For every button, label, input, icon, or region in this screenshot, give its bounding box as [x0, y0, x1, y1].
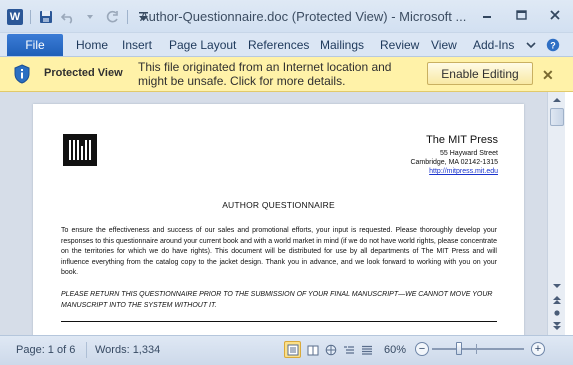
ribbon-tabs: File Home Insert Page Layout References …	[0, 33, 573, 57]
tab-add-ins[interactable]: Add-Ins	[473, 38, 514, 52]
publisher-name: The MIT Press	[426, 134, 498, 146]
tab-home[interactable]: Home	[76, 38, 108, 52]
message-bar-text[interactable]: This file originated from an Internet lo…	[138, 60, 410, 88]
window-title: Author-Questionnaire.doc (Protected View…	[140, 9, 467, 24]
close-message-bar-icon[interactable]: ✕	[542, 67, 554, 84]
word-count[interactable]: Words: 1,334	[95, 344, 160, 356]
zoom-slider-track[interactable]	[432, 348, 524, 350]
save-icon[interactable]	[37, 8, 55, 26]
tab-mailings[interactable]: Mailings	[320, 38, 364, 52]
next-page-icon[interactable]	[550, 320, 564, 332]
window-controls	[477, 6, 565, 24]
tab-references[interactable]: References	[248, 38, 309, 52]
document-area[interactable]: The MIT Press 55 Hayward Street Cambridg…	[0, 92, 547, 335]
address-line-2: Cambridge, MA 02142-1315	[410, 159, 498, 166]
title-bar: W Author-Questionnaire.doc (Protected Vi…	[0, 0, 573, 33]
zoom-out-button[interactable]: −	[415, 342, 429, 356]
document-page[interactable]: The MIT Press 55 Hayward Street Cambridg…	[33, 104, 524, 335]
toolbar-divider	[30, 10, 31, 24]
quick-access-toolbar: W	[6, 7, 152, 27]
zoom-in-button[interactable]: +	[531, 342, 545, 356]
toolbar-divider	[127, 10, 128, 24]
undo-dropdown-icon[interactable]	[81, 8, 99, 26]
minimize-ribbon-icon[interactable]	[524, 37, 538, 53]
vertical-scrollbar[interactable]	[547, 92, 565, 335]
scroll-up-icon[interactable]	[550, 93, 564, 107]
tab-file[interactable]: File	[7, 34, 63, 56]
svg-text:?: ?	[550, 41, 556, 51]
redo-icon[interactable]	[103, 8, 121, 26]
minimize-icon[interactable]	[477, 6, 497, 24]
zoom-slider-midpoint	[476, 344, 477, 354]
document-notice: PLEASE RETURN THIS QUESTIONNAIRE PRIOR T…	[61, 291, 493, 309]
page-count[interactable]: Page: 1 of 6	[16, 344, 75, 356]
web-layout-view-icon[interactable]	[322, 341, 339, 358]
document-paragraph: To ensure the effectiveness and success …	[61, 227, 497, 276]
help-icon[interactable]: ?	[545, 37, 561, 53]
tab-insert[interactable]: Insert	[122, 38, 152, 52]
select-browse-object-icon[interactable]	[550, 307, 564, 319]
previous-page-icon[interactable]	[550, 294, 564, 306]
protected-view-message-bar[interactable]: Protected View This file originated from…	[0, 57, 573, 92]
status-divider	[86, 342, 87, 358]
tab-view[interactable]: View	[431, 38, 457, 52]
zoom-slider-thumb[interactable]	[456, 342, 462, 355]
close-window-icon[interactable]	[545, 6, 565, 24]
scrollbar-thumb[interactable]	[550, 108, 564, 126]
zoom-level[interactable]: 60%	[384, 344, 406, 356]
undo-icon[interactable]	[59, 8, 77, 26]
outline-view-icon[interactable]	[340, 341, 357, 358]
address-line-1: 55 Hayward Street	[440, 150, 498, 157]
mit-press-logo	[63, 134, 97, 166]
enable-editing-button[interactable]: Enable Editing	[427, 62, 533, 85]
publisher-url-link[interactable]: http://mitpress.mit.edu	[429, 168, 498, 175]
draft-view-icon[interactable]	[358, 341, 375, 358]
status-bar: Page: 1 of 6 Words: 1,334 60% − +	[0, 335, 573, 365]
tab-review[interactable]: Review	[380, 38, 419, 52]
scroll-down-icon[interactable]	[550, 280, 564, 292]
tab-page-layout[interactable]: Page Layout	[169, 38, 236, 52]
maximize-icon[interactable]	[511, 6, 531, 24]
print-layout-view-icon[interactable]	[284, 341, 301, 358]
word-icon-letter: W	[7, 9, 23, 25]
shield-icon	[14, 64, 30, 87]
full-screen-reading-view-icon[interactable]	[304, 341, 321, 358]
document-heading: AUTHOR QUESTIONNAIRE	[222, 200, 335, 210]
word-app-icon[interactable]: W	[6, 8, 24, 26]
message-bar-title: Protected View	[44, 67, 123, 79]
horizontal-rule	[61, 321, 497, 322]
